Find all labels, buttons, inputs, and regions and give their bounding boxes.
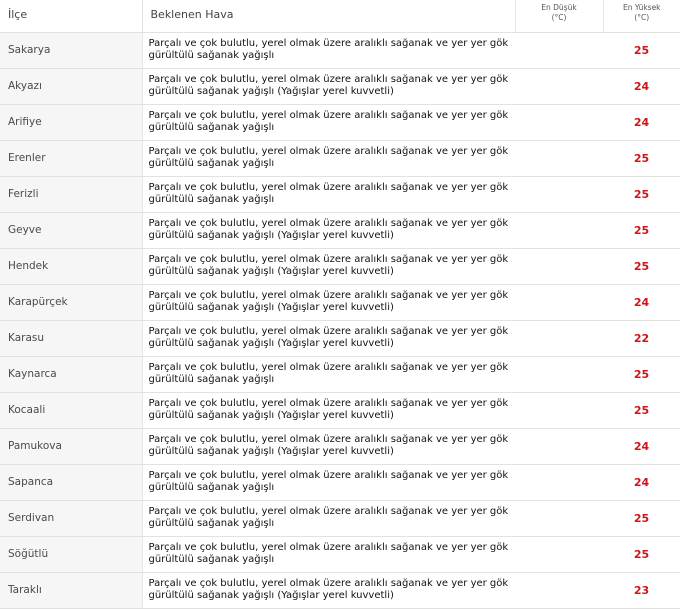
table-row: Sapanca Parçalı ve çok bulutlu, yerel olm…	[0, 464, 680, 501]
max-temp-cell: 25	[603, 32, 680, 69]
max-temp-cell: 25	[603, 140, 680, 177]
table-row: Sakarya Parçalı ve çok bulutlu, yerel olm…	[0, 32, 680, 69]
forecast-cell: Parçalı ve çok bulutlu, yerel olmak üzer…	[142, 68, 515, 105]
max-temp-cell: 23	[603, 572, 680, 609]
district-cell[interactable]: Ferizli	[0, 176, 143, 213]
forecast-cell: Parçalı ve çok bulutlu, yerel olmak üzer…	[142, 248, 515, 285]
min-temp-cell	[515, 284, 603, 321]
forecast-column-header[interactable]: Beklenen Hava	[141, 0, 515, 33]
max-temp-cell: 24	[603, 104, 680, 141]
min-temp-cell	[515, 68, 603, 105]
table-row: Söğütlü Parçalı ve çok bulutlu, yerel olm…	[0, 536, 680, 573]
min-temp-cell	[515, 536, 603, 573]
table-row: Karasu Parçalı ve çok bulutlu, yerel olma…	[0, 320, 680, 357]
forecast-cell: Parçalı ve çok bulutlu, yerel olmak üzer…	[142, 320, 515, 357]
forecast-cell: Parçalı ve çok bulutlu, yerel olmak üzer…	[142, 32, 515, 69]
max-temp-cell: 24	[603, 68, 680, 105]
max-temp-header-label: En Yüksek	[622, 3, 661, 12]
max-temp-cell: 24	[603, 428, 680, 465]
table-row: Arifiye Parçalı ve çok bulutlu, yerel olm…	[0, 104, 680, 141]
table-row: Kocaali Parçalı ve çok bulutlu, yerel olm…	[0, 392, 680, 429]
min-temp-cell	[515, 248, 603, 285]
max-temp-cell: 25	[603, 392, 680, 429]
table-row: Kaynarca Parçalı ve çok bulutlu, yerel ol…	[0, 356, 680, 393]
forecast-table: İlçe Beklenen Hava En Düşük (°C) En Yüks…	[0, 0, 680, 609]
district-cell[interactable]: Arifiye	[0, 104, 143, 141]
district-cell[interactable]: Kocaali	[0, 392, 143, 429]
district-cell[interactable]: Pamukova	[0, 428, 143, 465]
max-temp-cell: 25	[603, 248, 680, 285]
district-cell[interactable]: Hendek	[0, 248, 143, 285]
max-temp-cell: 25	[603, 500, 680, 537]
min-temp-cell	[515, 176, 603, 213]
forecast-cell: Parçalı ve çok bulutlu, yerel olmak üzer…	[142, 356, 515, 393]
table-row: Serdivan Parçalı ve çok bulutlu, yerel ol…	[0, 500, 680, 537]
district-cell[interactable]: Akyazı	[0, 68, 143, 105]
table-row: Karapürçek Parçalı ve çok bulutlu, yerel …	[0, 284, 680, 321]
district-cell[interactable]: Söğütlü	[0, 536, 143, 573]
min-temp-cell	[515, 428, 603, 465]
max-temp-cell: 24	[603, 284, 680, 321]
min-temp-cell	[515, 392, 603, 429]
max-temp-cell: 25	[603, 356, 680, 393]
min-temp-cell	[515, 464, 603, 501]
min-temp-cell	[515, 212, 603, 249]
forecast-cell: Parçalı ve çok bulutlu, yerel olmak üzer…	[142, 536, 515, 573]
max-temp-column-header[interactable]: En Yüksek (°C)	[602, 0, 680, 33]
min-temp-cell	[515, 572, 603, 609]
table-header-row: İlçe Beklenen Hava En Düşük (°C) En Yüks…	[0, 0, 680, 33]
forecast-cell: Parçalı ve çok bulutlu, yerel olmak üzer…	[142, 284, 515, 321]
max-temp-cell: 24	[603, 464, 680, 501]
district-cell[interactable]: Karapürçek	[0, 284, 143, 321]
forecast-cell: Parçalı ve çok bulutlu, yerel olmak üzer…	[142, 104, 515, 141]
forecast-cell: Parçalı ve çok bulutlu, yerel olmak üzer…	[142, 464, 515, 501]
table-row: Ferizli Parçalı ve çok bulutlu, yerel olm…	[0, 176, 680, 213]
max-temp-cell: 22	[603, 320, 680, 357]
min-temp-header-label: En Düşük	[541, 3, 577, 12]
max-temp-cell: 25	[603, 212, 680, 249]
district-cell[interactable]: Sakarya	[0, 32, 143, 69]
forecast-cell: Parçalı ve çok bulutlu, yerel olmak üzer…	[142, 140, 515, 177]
district-cell[interactable]: Taraklı	[0, 572, 143, 609]
forecast-cell: Parçalı ve çok bulutlu, yerel olmak üzer…	[142, 392, 515, 429]
min-temp-cell	[515, 500, 603, 537]
district-column-header[interactable]: İlçe	[0, 0, 142, 33]
forecast-cell: Parçalı ve çok bulutlu, yerel olmak üzer…	[142, 428, 515, 465]
district-cell[interactable]: Sapanca	[0, 464, 143, 501]
min-temp-cell	[515, 356, 603, 393]
min-temp-cell	[515, 104, 603, 141]
min-temp-header-unit: (°C)	[551, 13, 567, 22]
min-temp-cell	[515, 320, 603, 357]
forecast-cell: Parçalı ve çok bulutlu, yerel olmak üzer…	[142, 500, 515, 537]
min-temp-column-header[interactable]: En Düşük (°C)	[514, 0, 603, 33]
forecast-cell: Parçalı ve çok bulutlu, yerel olmak üzer…	[142, 176, 515, 213]
min-temp-cell	[515, 140, 603, 177]
max-temp-header-unit: (°C)	[634, 13, 650, 22]
table-row: Akyazı Parçalı ve çok bulutlu, yerel olma…	[0, 68, 680, 105]
table-row: Hendek Parçalı ve çok bulutlu, yerel olma…	[0, 248, 680, 285]
district-cell[interactable]: Geyve	[0, 212, 143, 249]
forecast-cell: Parçalı ve çok bulutlu, yerel olmak üzer…	[142, 212, 515, 249]
district-cell[interactable]: Serdivan	[0, 500, 143, 537]
district-cell[interactable]: Kaynarca	[0, 356, 143, 393]
max-temp-cell: 25	[603, 176, 680, 213]
table-row: Taraklı Parçalı ve çok bulutlu, yerel olm…	[0, 572, 680, 609]
min-temp-cell	[515, 32, 603, 69]
table-row: Pamukova Parçalı ve çok bulutlu, yerel ol…	[0, 428, 680, 465]
table-row: Geyve Parçalı ve çok bulutlu, yerel olmak…	[0, 212, 680, 249]
district-cell[interactable]: Erenler	[0, 140, 143, 177]
district-cell[interactable]: Karasu	[0, 320, 143, 357]
forecast-cell: Parçalı ve çok bulutlu, yerel olmak üzer…	[142, 572, 515, 609]
max-temp-cell: 25	[603, 536, 680, 573]
table-row: Erenler Parçalı ve çok bulutlu, yerel olm…	[0, 140, 680, 177]
